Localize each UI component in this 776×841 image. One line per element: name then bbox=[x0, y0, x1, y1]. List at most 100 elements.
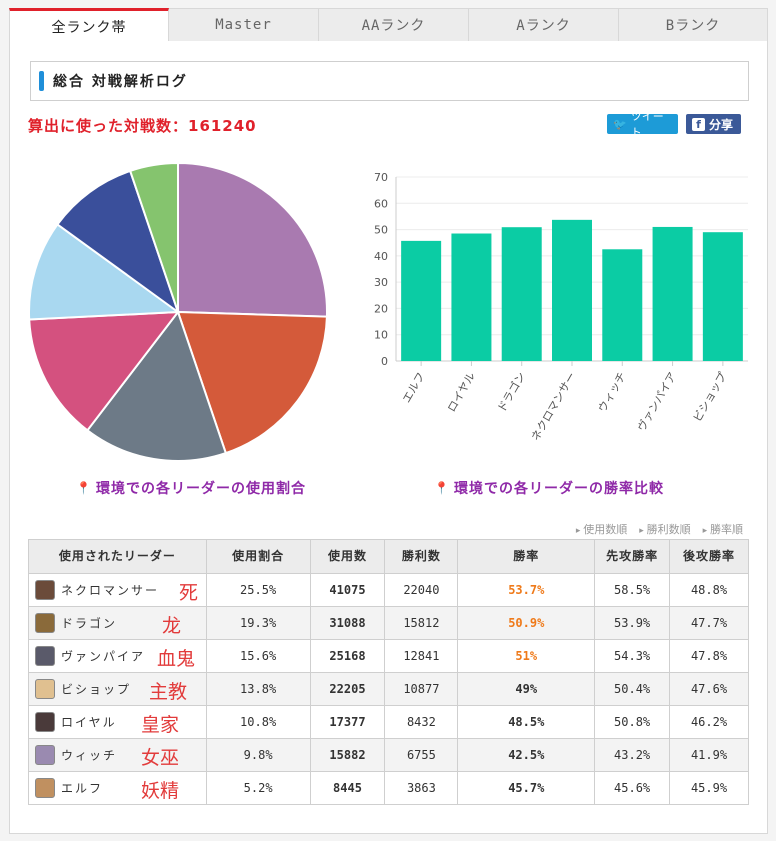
sort-links: 使用数順 勝利数順 勝率順 bbox=[576, 521, 743, 537]
bar-caption-text: 環境での各リーダーの勝率比較 bbox=[453, 481, 664, 497]
x-tick-label: ロイヤル bbox=[445, 370, 478, 414]
uses-cell: 22205 bbox=[309, 672, 386, 706]
col-winrate[interactable]: 勝率 bbox=[457, 539, 596, 574]
x-tick-label: ヴァンパイア bbox=[634, 370, 679, 434]
uses-cell: 41075 bbox=[309, 573, 386, 607]
col-first-winrate[interactable]: 先攻勝率 bbox=[594, 539, 671, 574]
winrate-cell: 48.5% bbox=[457, 705, 596, 739]
heading-title: 総合 対戦解析ログ bbox=[53, 74, 188, 90]
first-winrate-cell: 54.3% bbox=[594, 639, 671, 673]
col-uses[interactable]: 使用数 bbox=[309, 539, 386, 574]
leader-stats-table: 使用されたリーダー 使用割合 使用数 勝利数 勝率 先攻勝率 後攻勝率 ネクロマ… bbox=[28, 539, 749, 805]
bar-4[interactable] bbox=[602, 249, 643, 361]
leader-name[interactable]: ヴァンパイア bbox=[61, 650, 145, 664]
second-winrate-cell: 46.2% bbox=[669, 705, 749, 739]
facebook-icon: f bbox=[692, 117, 705, 131]
leader-avatar bbox=[35, 679, 55, 699]
x-tick-label: ビショップ bbox=[691, 370, 730, 424]
usage-share-cell: 25.5% bbox=[205, 573, 311, 607]
tab-all-ranks[interactable]: 全ランク帯 bbox=[9, 8, 169, 42]
bar-5[interactable] bbox=[652, 226, 693, 361]
leader-name[interactable]: ネクロマンサー bbox=[61, 584, 159, 598]
y-tick-label: 20 bbox=[374, 302, 388, 315]
second-winrate-cell: 41.9% bbox=[669, 738, 749, 772]
wins-cell: 12841 bbox=[384, 639, 459, 673]
winrate-cell: 51% bbox=[457, 639, 596, 673]
x-tick-label: ネクロマンサー bbox=[529, 370, 579, 443]
first-winrate-cell: 50.4% bbox=[594, 672, 671, 706]
col-usage-share[interactable]: 使用割合 bbox=[205, 539, 311, 574]
leader-name[interactable]: エルフ bbox=[61, 782, 103, 796]
winrate-cell: 50.9% bbox=[457, 606, 596, 640]
tab-a-rank[interactable]: Aランク bbox=[469, 8, 619, 42]
facebook-share-button[interactable]: f 分享 bbox=[686, 114, 741, 134]
leader-cell: ネクロマンサー死灵 bbox=[28, 573, 207, 631]
tab-aa-rank[interactable]: AAランク bbox=[319, 8, 469, 42]
tweet-button[interactable]: 🐦 ツイート bbox=[607, 110, 678, 139]
table-row: ビショップ 主教 13.8% 22205 10877 49% 50.4% 47.6% bbox=[28, 672, 749, 706]
bar-2[interactable] bbox=[501, 227, 542, 361]
col-wins[interactable]: 勝利数 bbox=[384, 539, 459, 574]
bar-0[interactable] bbox=[401, 240, 442, 361]
sort-by-wins[interactable]: 勝利数順 bbox=[639, 521, 691, 537]
col-second-winrate[interactable]: 後攻勝率 bbox=[669, 539, 749, 574]
tweet-label: ツイート bbox=[630, 110, 664, 139]
y-tick-label: 50 bbox=[374, 224, 388, 237]
bar-3[interactable] bbox=[552, 219, 592, 361]
y-tick-label: 70 bbox=[374, 171, 388, 184]
winrate-cell: 49% bbox=[457, 672, 596, 706]
twitter-bird-icon: 🐦 bbox=[613, 117, 627, 131]
leader-name[interactable]: ビショップ bbox=[61, 683, 131, 697]
uses-cell: 31088 bbox=[309, 606, 386, 640]
usage-share-cell: 13.8% bbox=[205, 672, 311, 706]
section-heading: 総合 対戦解析ログ bbox=[30, 61, 749, 101]
handwritten-note: 龙 bbox=[162, 615, 182, 637]
bar-caption-link[interactable]: 📍 環境での各リーダーの勝率比較 bbox=[434, 478, 664, 498]
leader-cell: ヴァンパイア 血鬼 bbox=[28, 639, 207, 673]
wins-cell: 3863 bbox=[384, 771, 459, 805]
leader-name[interactable]: ドラゴン bbox=[61, 617, 117, 631]
bar-6[interactable] bbox=[702, 232, 743, 361]
handwritten-note: 女巫 bbox=[141, 747, 180, 769]
leader-cell: ビショップ 主教 bbox=[28, 672, 207, 706]
wins-cell: 10877 bbox=[384, 672, 459, 706]
tab-b-rank[interactable]: Bランク bbox=[619, 8, 768, 42]
handwritten-note: 皇家 bbox=[141, 714, 180, 736]
rank-tabs: 全ランク帯 Master AAランク Aランク Bランク bbox=[9, 8, 768, 42]
first-winrate-cell: 53.9% bbox=[594, 606, 671, 640]
handwritten-note: 妖精 bbox=[141, 780, 180, 802]
tab-master[interactable]: Master bbox=[169, 8, 319, 42]
sort-by-winrate[interactable]: 勝率順 bbox=[703, 521, 743, 537]
wins-cell: 8432 bbox=[384, 705, 459, 739]
pie-caption-link[interactable]: 📍 環境での各リーダーの使用割合 bbox=[76, 478, 306, 498]
table-row: ウィッチ 女巫 9.8% 15882 6755 42.5% 43.2% 41.9% bbox=[28, 738, 749, 772]
leader-avatar bbox=[35, 646, 55, 666]
winrate-cell: 53.7% bbox=[457, 573, 596, 607]
bar-1[interactable] bbox=[451, 233, 492, 361]
sort-by-uses[interactable]: 使用数順 bbox=[576, 521, 627, 537]
first-winrate-cell: 43.2% bbox=[594, 738, 671, 772]
x-tick-label-group: ウィッチ bbox=[596, 370, 629, 415]
table-row: ロイヤル 皇家 10.8% 17377 8432 48.5% 50.8% 46.2% bbox=[28, 705, 749, 739]
table-row: エルフ 妖精 5.2% 8445 3863 45.7% 45.6% 45.9% bbox=[28, 771, 749, 805]
first-winrate-cell: 45.6% bbox=[594, 771, 671, 805]
usage-pie-chart bbox=[28, 161, 328, 461]
usage-share-cell: 19.3% bbox=[205, 606, 311, 640]
x-tick-label: ウィッチ bbox=[596, 370, 629, 415]
pie-slice-0[interactable] bbox=[177, 161, 328, 318]
leader-name[interactable]: ロイヤル bbox=[61, 716, 117, 730]
map-pin-icon: 📍 bbox=[76, 481, 92, 495]
first-winrate-cell: 50.8% bbox=[594, 705, 671, 739]
leader-cell: エルフ 妖精 bbox=[28, 771, 207, 805]
handwritten-note: 主教 bbox=[149, 681, 188, 703]
x-tick-label-group: ビショップ bbox=[691, 370, 730, 424]
y-tick-label: 60 bbox=[374, 197, 388, 210]
x-tick-label-group: ヴァンパイア bbox=[634, 370, 679, 434]
table-body: ネクロマンサー死灵25.5%410752204053.7%58.5%48.8%ド… bbox=[28, 573, 749, 805]
map-pin-icon: 📍 bbox=[434, 481, 450, 495]
col-leader[interactable]: 使用されたリーダー bbox=[28, 539, 207, 574]
leader-name[interactable]: ウィッチ bbox=[61, 749, 117, 763]
leader-avatar bbox=[35, 745, 55, 765]
first-winrate-cell: 58.5% bbox=[594, 573, 671, 607]
leader-avatar bbox=[35, 712, 55, 732]
